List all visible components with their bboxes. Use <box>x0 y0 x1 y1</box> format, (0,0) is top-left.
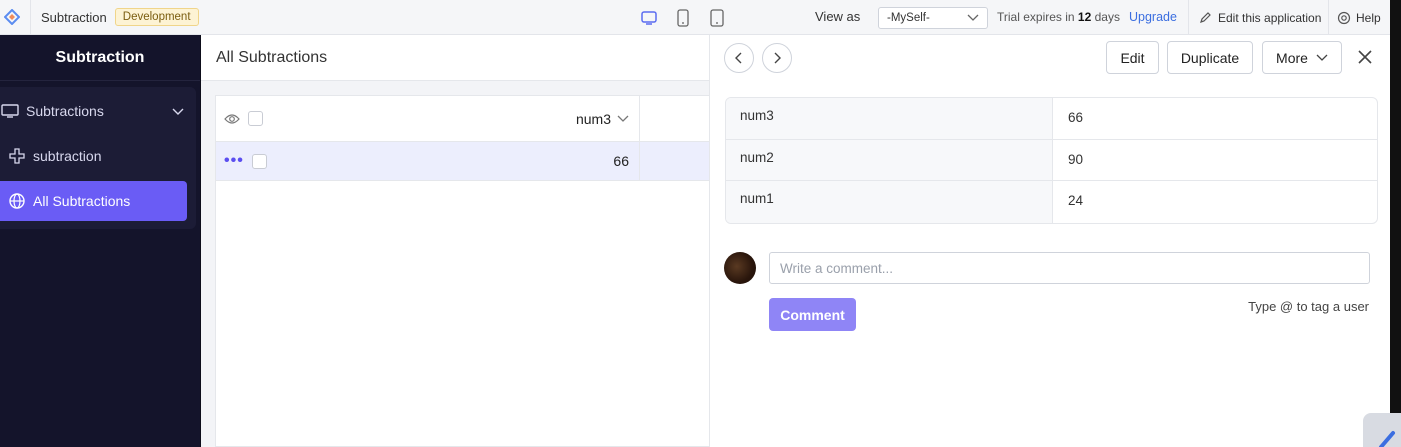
page-title: All Subtractions <box>201 35 711 81</box>
close-icon[interactable] <box>1355 47 1375 67</box>
list-view: All Subtractions num3 ••• 66 <box>201 35 711 447</box>
field-row: num3 66 <box>726 98 1377 140</box>
app-logo-icon[interactable] <box>2 7 22 27</box>
row-checkbox[interactable] <box>251 153 267 169</box>
edit-application-button[interactable]: Edit this application <box>1188 0 1331 35</box>
chevron-down-icon <box>1316 54 1328 61</box>
sidebar-title: Subtraction <box>0 35 200 81</box>
trial-prefix: Trial expires in <box>997 10 1075 24</box>
sidebar-group-label: Subtractions <box>26 103 104 119</box>
help-label: Help <box>1356 10 1381 25</box>
select-all-checkbox[interactable] <box>248 111 263 126</box>
mobile-preview-icon[interactable] <box>708 8 726 27</box>
pencil-icon <box>1379 431 1395 447</box>
field-name: num2 <box>726 139 1053 180</box>
desktop-preview-icon[interactable] <box>640 9 658 27</box>
help-lifebuoy-icon <box>1337 11 1351 24</box>
sidebar-item-subtraction[interactable]: subtraction <box>0 136 101 176</box>
more-label: More <box>1276 49 1308 66</box>
field-row: num1 24 <box>726 181 1377 223</box>
column-header-label: num3 <box>575 110 611 127</box>
eye-icon[interactable] <box>224 113 240 125</box>
table-row[interactable]: ••• 66 <box>216 142 710 181</box>
chevron-left-icon <box>735 52 742 64</box>
records-table: num3 ••• 66 <box>215 95 711 447</box>
tablet-preview-icon[interactable] <box>674 8 692 27</box>
row-menu-icon[interactable]: ••• <box>224 152 244 170</box>
sidebar-item-label: All Subtractions <box>33 193 131 209</box>
comment-input[interactable] <box>769 252 1370 284</box>
trial-notice: Trial expires in 12 days <box>997 10 1120 24</box>
chevron-down-icon <box>967 14 979 21</box>
sidebar: Subtraction Subtractions subtraction All… <box>0 35 200 447</box>
row-controls: ••• <box>216 152 272 170</box>
column-header-num3[interactable]: num3 <box>272 96 640 141</box>
field-value: 66 <box>1068 110 1084 125</box>
sidebar-item-label: subtraction <box>33 148 102 164</box>
trial-suffix: days <box>1094 10 1120 24</box>
field-value: 90 <box>1068 151 1084 167</box>
divider <box>30 0 31 35</box>
record-detail-panel: Edit Duplicate More num3 66 num2 90 num1… <box>709 35 1390 447</box>
chevron-down-icon <box>617 115 629 122</box>
chevron-down-icon <box>172 103 184 119</box>
floating-widget-button[interactable] <box>1363 413 1401 447</box>
avatar <box>724 252 756 284</box>
header-controls <box>216 111 272 126</box>
help-button[interactable]: Help <box>1328 0 1389 35</box>
table-cell: 66 <box>272 142 640 180</box>
device-preview-switcher <box>640 0 726 35</box>
tag-user-hint: Type @ to tag a user <box>1248 299 1369 314</box>
sidebar-nav-group: Subtractions subtraction All Subtraction… <box>0 87 196 229</box>
next-record-button[interactable] <box>762 43 792 73</box>
upgrade-link[interactable]: Upgrade <box>1129 10 1177 24</box>
chevron-right-icon <box>774 52 781 64</box>
pencil-icon <box>1200 12 1211 23</box>
field-name: num3 <box>726 98 1053 139</box>
comment-button[interactable]: Comment <box>769 298 856 331</box>
table-header: num3 <box>216 96 710 142</box>
field-value: 24 <box>1068 193 1084 208</box>
view-as-value: -MySelf- <box>887 12 930 24</box>
more-button[interactable]: More <box>1262 41 1342 74</box>
field-name: num1 <box>726 181 1053 223</box>
field-row: num2 90 <box>726 139 1377 181</box>
previous-record-button[interactable] <box>724 43 754 73</box>
environment-badge[interactable]: Development <box>114 8 199 26</box>
edit-application-label: Edit this application <box>1218 10 1322 25</box>
trial-days: 12 <box>1077 10 1092 24</box>
cell-value: 66 <box>613 153 629 169</box>
globe-icon <box>7 191 27 211</box>
duplicate-button[interactable]: Duplicate <box>1167 41 1253 74</box>
plus-icon <box>7 146 27 166</box>
sidebar-item-all-subtractions[interactable]: All Subtractions <box>0 181 187 221</box>
view-as-label: View as <box>815 9 861 24</box>
record-fields: num3 66 num2 90 num1 24 <box>725 97 1378 224</box>
edit-button[interactable]: Edit <box>1106 41 1159 74</box>
top-bar: Subtraction Development View as -MySelf-… <box>0 0 1390 35</box>
view-as-select[interactable]: -MySelf- <box>878 7 988 29</box>
monitor-icon <box>0 101 20 121</box>
sidebar-group-subtractions[interactable]: Subtractions <box>0 91 196 131</box>
window-edge <box>1390 0 1401 447</box>
app-name: Subtraction <box>41 9 107 25</box>
